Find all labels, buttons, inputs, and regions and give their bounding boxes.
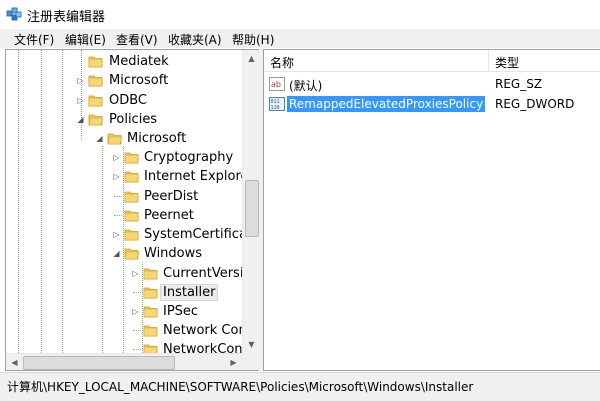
scroll-left-arrow-icon[interactable]: ◀ (6, 354, 23, 370)
folder-icon (143, 306, 158, 318)
tree-node-label: Microsoft (127, 131, 187, 146)
folder-icon (88, 95, 103, 107)
tree-node-label: Cryptography (144, 150, 234, 165)
tree-guide-line (133, 330, 141, 331)
collapse-arrow-icon[interactable]: ◢ (76, 115, 85, 124)
tree-node-policies[interactable]: ◢ Policies (6, 110, 242, 129)
tree-guide-line (114, 215, 122, 216)
expand-arrow-icon[interactable]: ▷ (76, 76, 85, 85)
tree-node-internet-explorer[interactable]: ▷ Internet Explorer (6, 167, 253, 186)
menu-view[interactable]: 查看(V) (116, 31, 158, 48)
value-type: REG_SZ (495, 77, 543, 91)
dword-value-icon: 011 110 (269, 97, 285, 111)
tree-node-label: IPSec (163, 304, 199, 319)
scrollbar-thumb[interactable] (23, 356, 175, 370)
list-row-default[interactable]: ab (默认) REG_SZ (264, 74, 600, 94)
value-type: REG_DWORD (495, 97, 575, 111)
folder-icon (124, 191, 139, 203)
collapse-arrow-icon[interactable]: ◢ (112, 249, 121, 258)
scroll-down-arrow-icon[interactable]: ▼ (243, 336, 259, 353)
tree-node-installer[interactable]: Installer (6, 283, 242, 302)
scroll-corner (242, 353, 259, 370)
tree-node-odbc[interactable]: ▷ ODBC (6, 91, 242, 110)
folder-icon (88, 75, 103, 87)
tree-node-label: Windows (144, 246, 203, 261)
tree-node-policies-microsoft[interactable]: ◢ Microsoft (6, 129, 242, 148)
title-bar[interactable]: 注册表编辑器 (0, 0, 600, 29)
registry-editor-window: 注册表编辑器 文件(F) 编辑(E) 查看(V) 收藏夹(A) 帮助(H) Me… (0, 0, 600, 401)
status-key-path: 计算机\HKEY_LOCAL_MACHINE\SOFTWARE\Policies… (7, 380, 474, 394)
tree-node-peerdist[interactable]: PeerDist (6, 187, 242, 206)
menu-edit[interactable]: 编辑(E) (65, 31, 106, 48)
tree-node-cryptography[interactable]: ▷ Cryptography (6, 148, 242, 167)
registry-editor-app-icon (6, 7, 22, 21)
collapse-arrow-icon[interactable]: ◢ (95, 134, 104, 143)
tree-node-label: Internet Explorer (144, 169, 254, 184)
tree-node-label: ODBC (109, 93, 148, 108)
status-bar: 计算机\HKEY_LOCAL_MACHINE\SOFTWARE\Policies… (0, 372, 600, 401)
registry-key-tree[interactable]: Mediatek ▷ Microsoft ▷ ODBC ◢ Policies ◢… (5, 49, 260, 371)
tree-node-label: PeerDist (144, 189, 199, 204)
tree-guide-line (133, 349, 141, 350)
folder-icon (124, 229, 139, 241)
menu-bar: 文件(F) 编辑(E) 查看(V) 收藏夹(A) 帮助(H) (0, 29, 600, 49)
tree-node-network-connections[interactable]: Network Connections (6, 321, 259, 340)
string-value-icon: ab (269, 77, 285, 91)
scroll-up-arrow-icon[interactable]: ▲ (243, 50, 259, 67)
menu-favorites[interactable]: 收藏夹(A) (168, 31, 222, 48)
tree-guide-line (114, 196, 122, 197)
expand-arrow-icon[interactable]: ▷ (131, 307, 140, 316)
open-folder-icon (107, 133, 122, 145)
tree-node-peernet[interactable]: Peernet (6, 206, 242, 225)
expand-arrow-icon[interactable]: ▷ (112, 153, 121, 162)
tree-expander[interactable] (76, 57, 85, 66)
scrollbar-thumb[interactable] (245, 180, 259, 237)
folder-icon (143, 287, 158, 299)
tree-vertical-scrollbar[interactable]: ▲ ▼ (242, 50, 259, 353)
tree-node-currentversion[interactable]: ▷ CurrentVersion (6, 264, 259, 283)
tree-horizontal-scrollbar[interactable]: ◀ ▶ (6, 353, 242, 370)
tree-node-windows[interactable]: ◢ Windows (6, 244, 242, 263)
column-header-type[interactable]: 类型 (495, 54, 519, 71)
expand-arrow-icon[interactable]: ▷ (76, 96, 85, 105)
expand-arrow-icon[interactable]: ▷ (131, 269, 140, 278)
expand-arrow-icon[interactable]: ▷ (112, 172, 121, 181)
folder-icon (143, 325, 158, 337)
value-name: (默认) (289, 79, 323, 93)
folder-icon (143, 268, 158, 280)
open-folder-icon (124, 248, 139, 260)
tree-node-microsoft[interactable]: ▷ Microsoft (6, 71, 242, 90)
scroll-right-arrow-icon[interactable]: ▶ (225, 354, 242, 370)
folder-icon (124, 171, 139, 183)
svg-text:ab: ab (271, 80, 281, 89)
list-header: 名称 类型 (264, 50, 600, 72)
tree-node-label-selected: Installer (160, 284, 219, 301)
tree-node-label: Microsoft (109, 73, 169, 88)
column-separator[interactable] (488, 50, 489, 71)
folder-icon (124, 210, 139, 222)
tree-node-mediatek[interactable]: Mediatek (6, 52, 242, 71)
tree-guide-line (133, 292, 141, 293)
tree-node-label: Policies (109, 112, 158, 127)
open-folder-icon (88, 114, 103, 126)
tree-node-label: Peernet (144, 208, 194, 223)
window-title: 注册表编辑器 (27, 10, 106, 25)
column-header-name[interactable]: 名称 (270, 54, 294, 71)
menu-help[interactable]: 帮助(H) (232, 31, 274, 48)
value-name-selected: RemappedElevatedProxiesPolicy (287, 96, 486, 112)
registry-values-list[interactable]: 名称 类型 ab (默认) REG_SZ 011 110 RemappedEle… (263, 49, 600, 371)
tree-node-label: Mediatek (109, 54, 169, 69)
folder-icon (124, 152, 139, 164)
expand-arrow-icon[interactable]: ▷ (112, 230, 121, 239)
tree-node-systemcertificates[interactable]: ▷ SystemCertificates (6, 225, 259, 244)
menu-file[interactable]: 文件(F) (14, 31, 54, 48)
svg-text:110: 110 (271, 105, 280, 111)
folder-icon (88, 56, 103, 68)
list-row-remappedelevatedproxiespolicy[interactable]: 011 110 RemappedElevatedProxiesPolicy RE… (264, 94, 600, 114)
tree-node-ipsec[interactable]: ▷ IPSec (6, 302, 242, 321)
